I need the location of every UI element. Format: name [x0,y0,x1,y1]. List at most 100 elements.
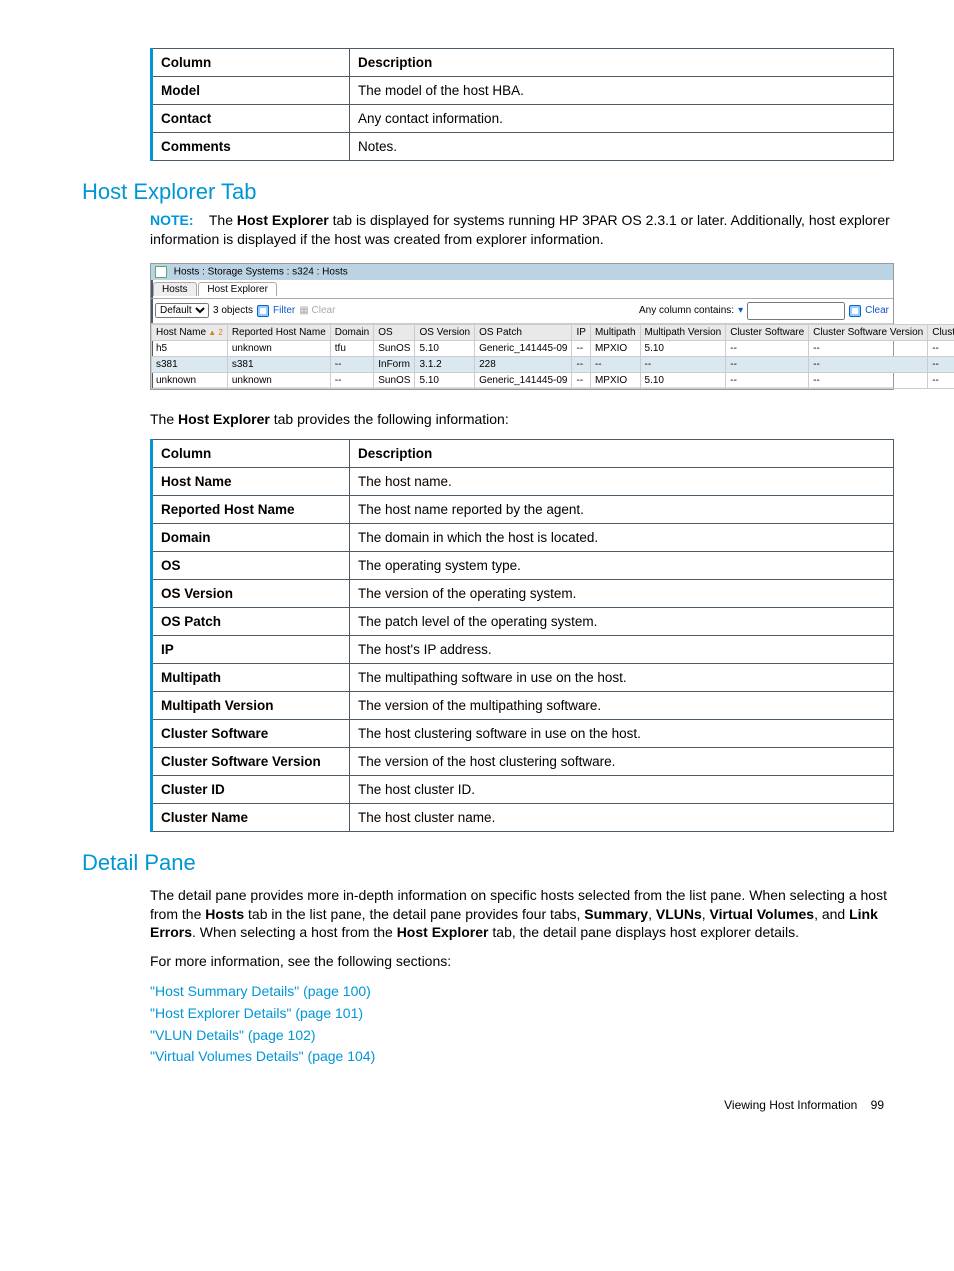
cross-reference-link[interactable]: "Host Summary Details" (page 100) [150,983,371,999]
grid-cell: Generic_141445-09 [475,372,572,388]
clear-right-link[interactable]: Clear [865,305,889,316]
column-desc-cell: The host name reported by the agent. [350,495,894,523]
grid-cell: tfu [330,340,373,356]
note-label: NOTE: [150,212,194,228]
sort-icon: ▲ 2 [206,328,223,337]
table-row: ContactAny contact information. [152,105,894,133]
grid-cell: -- [928,340,954,356]
grid-header-cell[interactable]: Cluster ID [928,324,954,340]
grid-cell: -- [330,356,373,372]
table-row: Cluster SoftwareThe host clustering soft… [152,719,894,747]
column-name-cell: Cluster Software Version [152,747,350,775]
table-row: CommentsNotes. [152,133,894,161]
column-name-cell: OS [152,551,350,579]
grid-cell: 5.10 [640,372,726,388]
grid-cell: -- [572,356,590,372]
table-row: OS PatchThe patch level of the operating… [152,607,894,635]
column-name-cell: Domain [152,523,350,551]
grid-header-cell[interactable]: Reported Host Name [227,324,330,340]
grid-header-cell[interactable]: IP [572,324,590,340]
grid-cell: s381 [227,356,330,372]
grid-header-cell[interactable]: OS Patch [475,324,572,340]
filter-toolbar: Default 3 objects Filter ▦ Clear Any col… [151,299,893,324]
detail-pane-heading: Detail Pane [82,850,894,876]
tab-strip: Hosts Host Explorer [151,280,893,299]
grid-header-cell[interactable]: Multipath Version [640,324,726,340]
grid-cell: SunOS [374,372,415,388]
grid-header-cell[interactable]: Host Name ▲ 2 [152,324,228,340]
column-name-cell: Multipath [152,663,350,691]
column-desc-cell: The host name. [350,467,894,495]
grid-cell: -- [726,372,809,388]
clear-left-link: ▦ Clear [299,305,335,316]
grid-cell: InForm [374,356,415,372]
grid-cell: MPXIO [590,340,640,356]
window-icon [155,266,167,278]
column-desc-cell: The host's IP address. [350,635,894,663]
table-row: IPThe host's IP address. [152,635,894,663]
grid-cell: -- [928,356,954,372]
grid-header-cell[interactable]: Multipath [590,324,640,340]
grid-cell: -- [726,356,809,372]
table-row: OSThe operating system type. [152,551,894,579]
column-name-cell: Host Name [152,467,350,495]
grid-cell: SunOS [374,340,415,356]
host-explorer-column-table: Column Description Host NameThe host nam… [150,439,894,832]
grid-row[interactable]: h5unknowntfuSunOS5.10Generic_141445-09--… [152,340,954,356]
tab-host-explorer[interactable]: Host Explorer [198,282,277,296]
tab-hosts[interactable]: Hosts [153,282,197,296]
column-desc-cell: The patch level of the operating system. [350,607,894,635]
toolbar-book-icon[interactable] [849,305,861,317]
table-row: Cluster IDThe host cluster ID. [152,775,894,803]
grid-cell: -- [590,356,640,372]
table-row: ModelThe model of the host HBA. [152,77,894,105]
table-row: Cluster NameThe host cluster name. [152,803,894,831]
dropdown-icon[interactable]: ▾ [738,305,743,316]
grid-cell: unknown [152,372,228,388]
grid-header-cell[interactable]: Cluster Software [726,324,809,340]
column-name-cell: Comments [152,133,350,161]
detail-pane-p2: For more information, see the following … [150,952,894,971]
filter-input[interactable] [747,302,845,320]
column-desc-cell: The version of the operating system. [350,579,894,607]
grid-header-cell[interactable]: Cluster Software Version [809,324,928,340]
grid-header-cell[interactable]: Domain [330,324,373,340]
column-desc-cell: The model of the host HBA. [350,77,894,105]
grid-cell: -- [572,340,590,356]
object-count: 3 objects [213,305,253,316]
window-title: Hosts : Storage Systems : s324 : Hosts [174,266,348,277]
grid-row[interactable]: unknownunknown--SunOS5.10Generic_141445-… [152,372,954,388]
page-footer: Viewing Host Information 99 [60,1098,894,1112]
cross-reference-link[interactable]: "VLUN Details" (page 102) [150,1027,316,1043]
grid-cell: unknown [227,340,330,356]
cross-reference-link[interactable]: "Host Explorer Details" (page 101) [150,1005,363,1021]
grid-header-cell[interactable]: OS [374,324,415,340]
filter-link[interactable]: Filter [273,305,295,316]
filter-icon[interactable] [257,305,269,317]
grid-cell: 3.1.2 [415,356,475,372]
host-explorer-intro: The Host Explorer tab provides the follo… [150,410,894,429]
cross-reference-link[interactable]: "Virtual Volumes Details" (page 104) [150,1048,375,1064]
grid-cell: 228 [475,356,572,372]
th-description: Description [350,49,894,77]
column-desc-cell: The version of the host clustering softw… [350,747,894,775]
column-name-cell: OS Patch [152,607,350,635]
host-explorer-heading: Host Explorer Tab [82,179,894,205]
grid-cell: -- [809,340,928,356]
grid-header-cell[interactable]: OS Version [415,324,475,340]
group-select[interactable]: Default [155,303,209,318]
grid-cell: MPXIO [590,372,640,388]
grid-cell: Generic_141445-09 [475,340,572,356]
grid-cell: 5.10 [415,372,475,388]
any-column-label: Any column contains: [639,305,734,316]
grid-cell: -- [726,340,809,356]
grid-cell: -- [928,372,954,388]
grid-cell: s381 [152,356,228,372]
table-row: Reported Host NameThe host name reported… [152,495,894,523]
th-column: Column [152,439,350,467]
grid-cell: 5.10 [415,340,475,356]
table-row: MultipathThe multipathing software in us… [152,663,894,691]
column-name-cell: Cluster ID [152,775,350,803]
grid-row[interactable]: s381s381--InForm3.1.2228-------------- [152,356,954,372]
detail-pane-p1: The detail pane provides more in-depth i… [150,886,894,943]
